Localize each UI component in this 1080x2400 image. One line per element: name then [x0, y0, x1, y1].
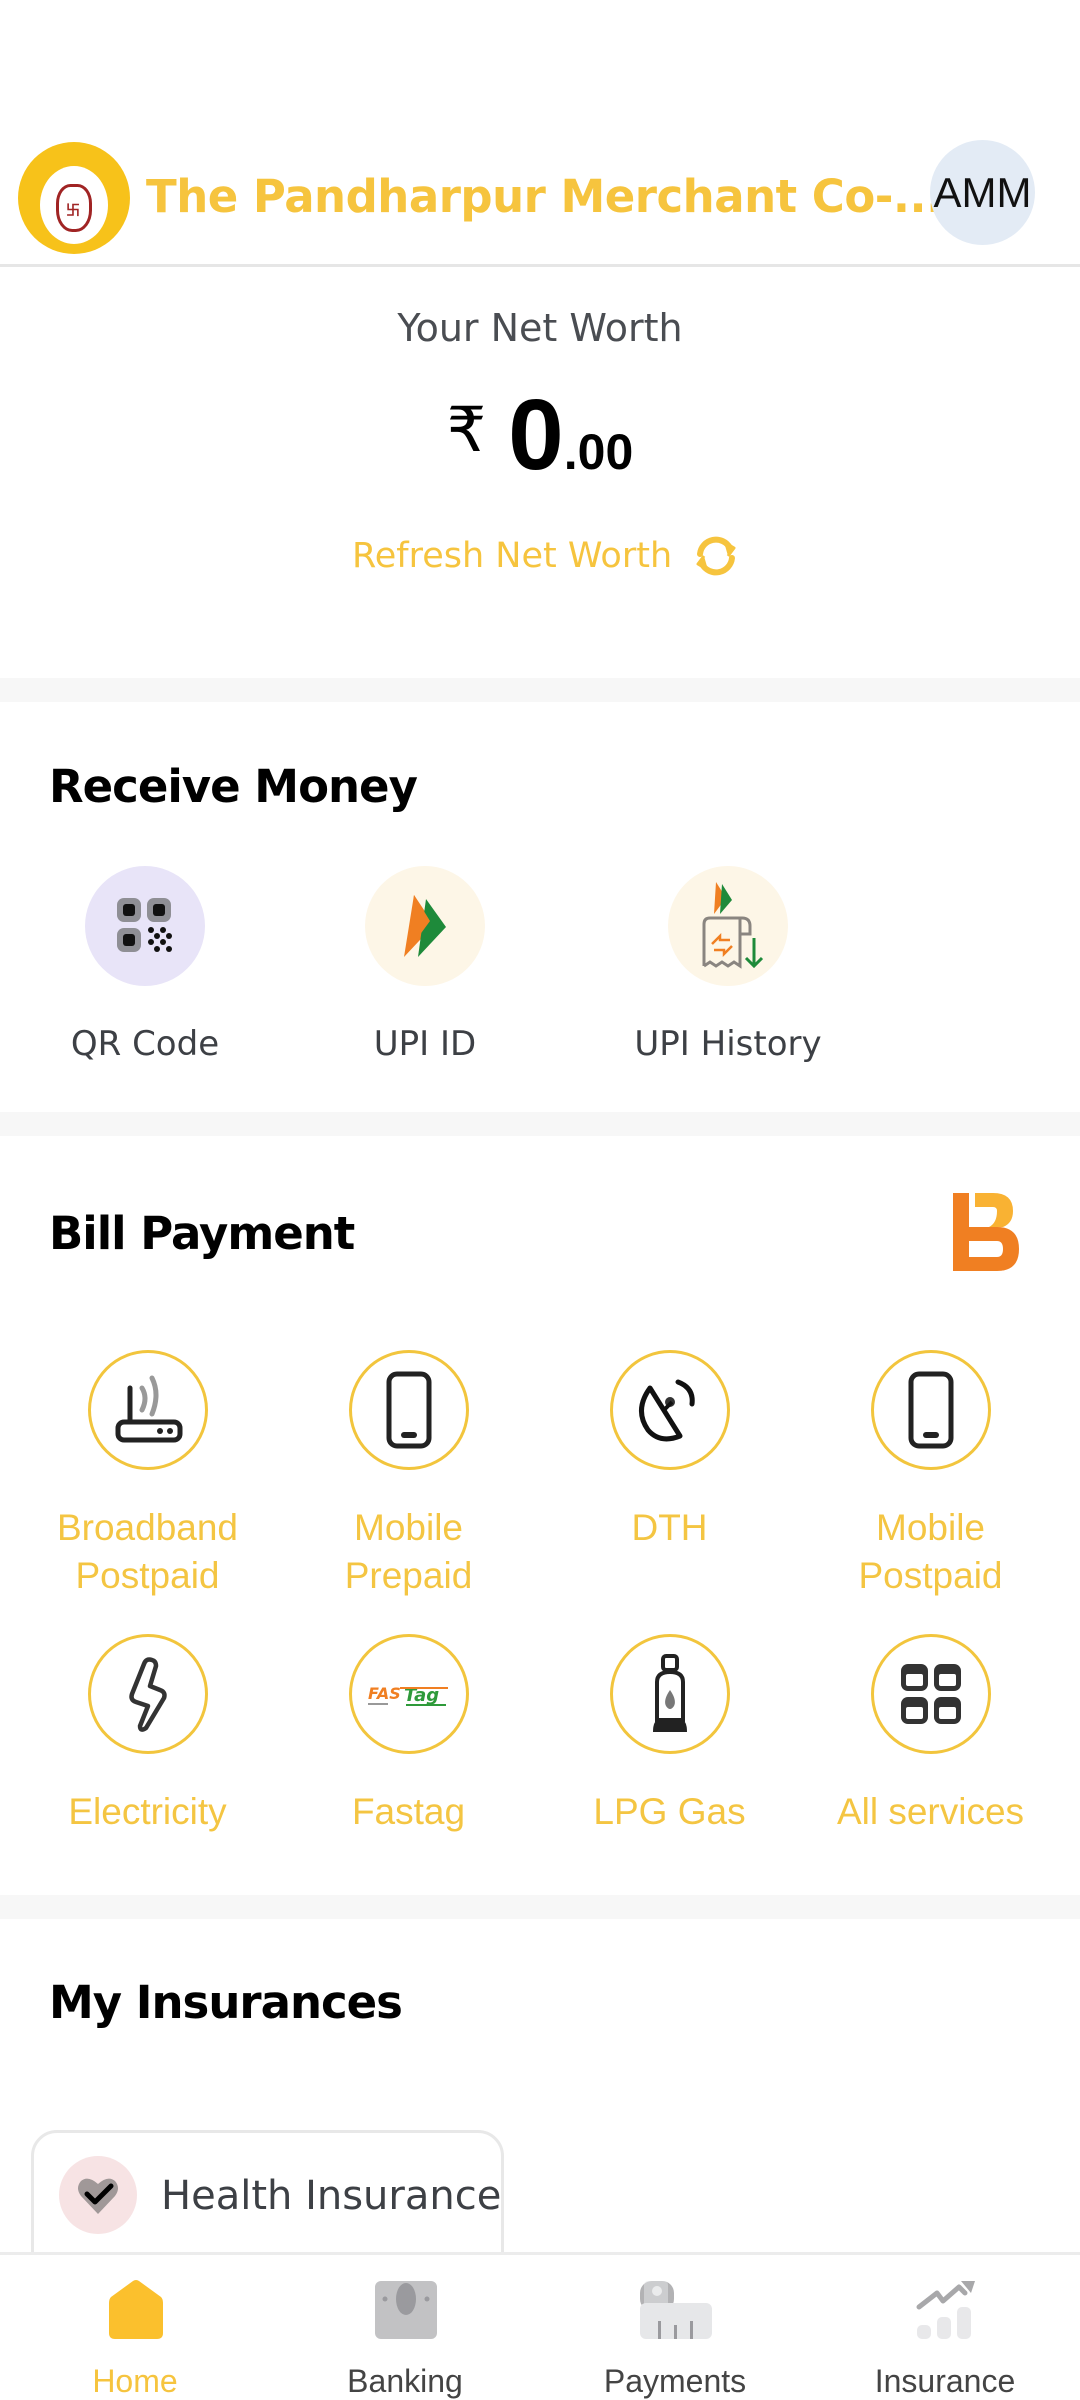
nav-insurance-label: Insurance	[874, 2363, 1016, 2399]
mobile-phone-icon	[870, 1350, 991, 1470]
label-line-1: Mobile	[354, 1507, 463, 1548]
refresh-label: Refresh Net Worth	[352, 536, 673, 576]
bank-name-title: The Pandharpur Merchant Co-...	[146, 170, 943, 223]
grid-icon	[870, 1634, 991, 1754]
mobile-prepaid-label: Mobile Prepaid	[278, 1504, 539, 1600]
home-icon	[109, 2280, 163, 2339]
fastag-button[interactable]: FAS Tag Fastag	[278, 1634, 539, 1836]
label-line-1: Broadband	[56, 1507, 239, 1548]
electricity-label: Electricity	[68, 1791, 227, 1832]
growth-chart-icon	[916, 2281, 975, 2339]
dth-button[interactable]: DTH	[539, 1350, 800, 1552]
upi-id-button[interactable]: UPI ID	[295, 866, 555, 1064]
upi-history-icon	[668, 866, 788, 986]
label-line-2: Prepaid	[344, 1555, 473, 1596]
profile-avatar[interactable]: AMM	[930, 140, 1035, 245]
upi-icon	[365, 866, 485, 986]
qr-code-label: QR Code	[70, 1024, 220, 1064]
label-line-2: Postpaid	[858, 1555, 1003, 1596]
fastag-label: Fastag	[351, 1791, 466, 1832]
label-line-1: Mobile	[876, 1507, 985, 1548]
mobile-postpaid-label: Mobile Postpaid	[800, 1504, 1061, 1600]
nav-banking-label: Banking	[347, 2363, 463, 2399]
bank-logo: 卐	[18, 142, 130, 254]
payments-icon	[640, 2281, 712, 2339]
rupee-symbol: ₹	[446, 393, 487, 466]
bbps-logo-icon	[953, 1193, 1019, 1271]
logo-symbol: 卐	[66, 203, 80, 219]
qr-code-icon	[85, 866, 205, 986]
section-divider	[0, 678, 1080, 702]
qr-code-button[interactable]: QR Code	[15, 866, 275, 1064]
label-line-2: Postpaid	[75, 1555, 220, 1596]
net-worth-amount: ₹0.00	[0, 378, 1080, 493]
lpg-gas-button[interactable]: LPG Gas	[539, 1634, 800, 1836]
section-divider	[0, 1895, 1080, 1919]
upi-history-label: UPI History	[634, 1024, 822, 1064]
lpg-gas-label: LPG Gas	[593, 1791, 746, 1832]
banknote-icon	[375, 2281, 437, 2339]
svg-text:FAS: FAS	[368, 1684, 401, 1703]
dth-label: DTH	[631, 1507, 708, 1548]
electricity-button[interactable]: Electricity	[17, 1634, 278, 1836]
mobile-postpaid-button[interactable]: Mobile Postpaid	[800, 1350, 1061, 1600]
health-insurance-label: Health Insurance	[161, 2173, 502, 2219]
amount-integer: 0	[508, 379, 564, 491]
nav-home-label: Home	[92, 2363, 178, 2399]
all-services-button[interactable]: All services	[800, 1634, 1061, 1836]
broadband-postpaid-label: Broadband Postpaid	[17, 1504, 278, 1600]
nav-insurance[interactable]: Insurance	[810, 2255, 1080, 2400]
receive-money-title: Receive Money	[49, 760, 418, 813]
router-icon	[87, 1350, 208, 1470]
upi-history-button[interactable]: UPI History	[598, 866, 858, 1064]
bottom-navigation: Home Banking Payments Insurance	[0, 2252, 1080, 2400]
broadband-postpaid-button[interactable]: Broadband Postpaid	[17, 1350, 278, 1600]
gas-cylinder-icon	[609, 1634, 730, 1754]
refresh-net-worth-button[interactable]: Refresh Net Worth	[352, 528, 744, 584]
nav-payments-label: Payments	[603, 2363, 747, 2399]
fastag-logo-icon: FAS Tag	[348, 1634, 469, 1754]
nav-home[interactable]: Home	[0, 2255, 270, 2400]
nav-banking[interactable]: Banking	[270, 2255, 540, 2400]
section-divider	[0, 1112, 1080, 1136]
all-services-label: All services	[836, 1791, 1025, 1832]
mobile-prepaid-button[interactable]: Mobile Prepaid	[278, 1350, 539, 1600]
satellite-dish-icon	[609, 1350, 730, 1470]
net-worth-label: Your Net Worth	[397, 306, 683, 350]
lightning-bolt-icon	[87, 1634, 208, 1754]
heart-check-icon	[59, 2156, 137, 2234]
my-insurances-title: My Insurances	[49, 1976, 403, 2029]
upi-id-label: UPI ID	[373, 1024, 477, 1064]
bill-payment-title: Bill Payment	[49, 1207, 355, 1260]
app-header: 卐 The Pandharpur Merchant Co-... AMM	[0, 130, 1080, 267]
mobile-phone-icon	[348, 1350, 469, 1470]
refresh-icon	[696, 536, 736, 576]
amount-decimal: .00	[563, 424, 634, 480]
nav-payments[interactable]: Payments	[540, 2255, 810, 2400]
